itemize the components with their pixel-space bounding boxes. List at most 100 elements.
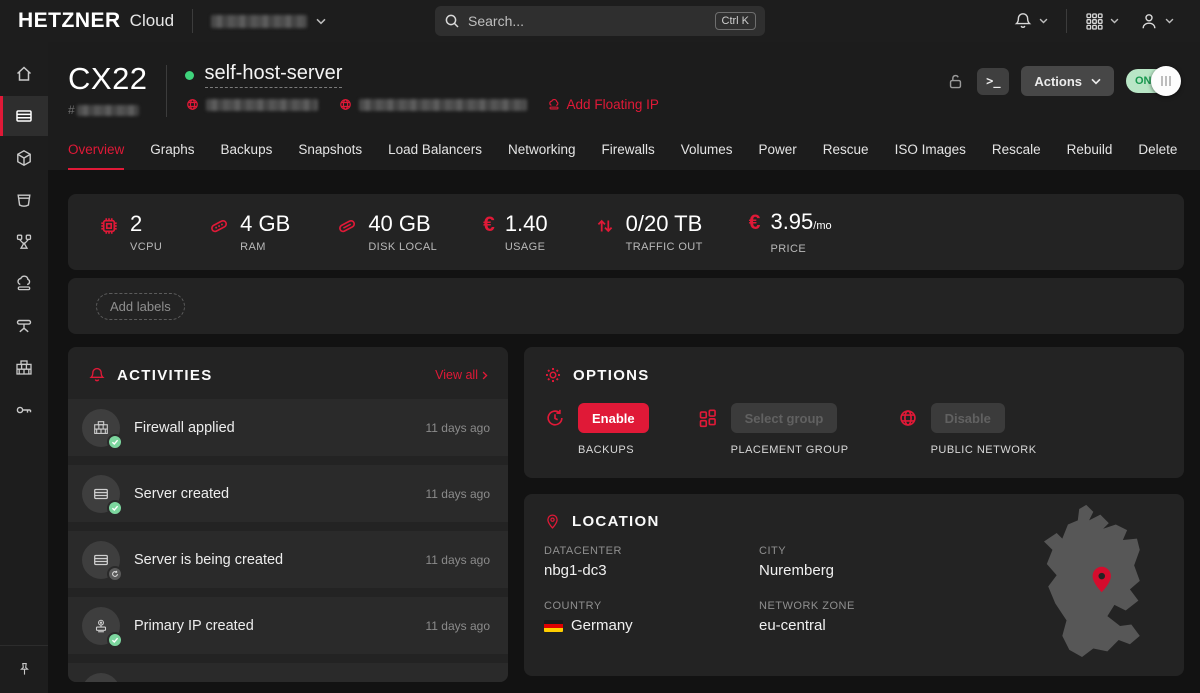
field-label: COUNTRY [544,600,759,612]
success-check-icon [107,500,123,516]
tab-iso-images[interactable]: ISO Images [895,142,966,170]
actions-label: Actions [1034,74,1082,89]
view-all-label: View all [435,368,478,382]
console-button[interactable]: >_ [977,68,1009,95]
tab-rescale[interactable]: Rescale [992,142,1041,170]
history-icon [544,407,566,429]
select-placement-group-button: Select group [731,403,838,433]
server-ipv6 [338,97,527,112]
tab-overview[interactable]: Overview [68,142,124,170]
location-datacenter: DATACENTER nbg1-dc3 [544,545,759,579]
options-card: OPTIONS Enable BACKUPS Select group [524,347,1184,478]
apps-menu[interactable] [1075,12,1129,31]
network-icon [14,316,34,336]
search-bar[interactable]: Ctrl K [435,6,765,36]
unlock-icon [946,72,965,91]
home-icon [14,64,34,84]
activity-time: 11 days ago [426,421,491,435]
tab-delete[interactable]: Delete [1138,142,1177,170]
tab-volumes[interactable]: Volumes [681,142,733,170]
activity-title: Server is being created [134,552,283,568]
server-name[interactable]: self-host-server [205,62,343,88]
power-toggle[interactable]: ON [1126,69,1176,93]
sidebar-item-images[interactable] [0,138,48,178]
tab-power[interactable]: Power [759,142,797,170]
server-icon [14,106,34,126]
toggle-knob [1151,66,1181,96]
euro-icon: € [483,213,495,253]
tab-backups[interactable]: Backups [221,142,273,170]
sidebar-item-servers[interactable] [0,96,48,136]
divider [192,9,193,33]
search-input[interactable] [468,13,707,29]
product-name: Cloud [130,11,174,31]
main-content: 2VCPU 4 GBRAM 40 GBDISK LOCAL € 1.40USAG… [48,170,1200,693]
sidebar-item-volumes[interactable] [0,180,48,220]
option-placement-group: Select group PLACEMENT GROUP [697,403,849,456]
stat-vcpu: 2VCPU [98,212,162,253]
stat-traffic: 0/20 TBTRAFFIC OUT [594,212,703,253]
stat-label: PRICE [770,243,831,255]
tab-firewalls[interactable]: Firewalls [601,142,654,170]
sidebar-item-networks[interactable] [0,306,48,346]
euro-icon: € [749,211,761,255]
image-cube-icon [14,148,34,168]
labels-card: Add labels [68,278,1184,334]
activity-title: Firewall applied [134,420,235,436]
chevron-down-icon [1165,18,1174,24]
server-header: CX22 # self-host-server [48,42,1200,170]
search-shortcut: Ctrl K [715,12,757,30]
power-state: ON [1135,75,1152,87]
location-title: LOCATION [572,513,660,530]
field-label: CITY [759,545,1064,557]
globe-icon [185,97,200,112]
location-card: LOCATION DATACENTER nbg1-dc3 CITY Nuremb… [524,494,1184,676]
stat-value: 1.40 [505,212,548,236]
search-icon [444,13,460,29]
tab-rescue[interactable]: Rescue [823,142,869,170]
options-title: OPTIONS [573,367,650,384]
option-backups: Enable BACKUPS [544,403,649,456]
stat-value: 3.95 [770,209,813,234]
activity-row: Server created 11 days ago [68,465,508,522]
placement-squares-icon [697,407,719,429]
stat-value: 40 GB [368,212,437,236]
actions-button[interactable]: Actions [1021,66,1114,96]
tab-rebuild[interactable]: Rebuild [1067,142,1113,170]
sidebar-item-load-balancers[interactable] [0,222,48,262]
divider [166,65,167,117]
add-floating-ip-button[interactable]: Add Floating IP [547,97,659,112]
server-id-redacted [77,105,139,116]
tab-graphs[interactable]: Graphs [150,142,194,170]
tab-snapshots[interactable]: Snapshots [298,142,362,170]
field-value: eu-central [759,617,1064,634]
option-label: BACKUPS [578,444,649,456]
sidebar-item-floating-ips[interactable] [0,264,48,304]
stat-label: VCPU [130,241,162,253]
project-selector[interactable] [211,15,326,28]
sidebar-item-home[interactable] [0,54,48,94]
server-plan: CX22 [68,62,148,96]
user-menu[interactable] [1129,11,1184,31]
user-icon [1139,11,1159,31]
server-stats-card: 2VCPU 4 GBRAM 40 GBDISK LOCAL € 1.40USAG… [68,194,1184,270]
tab-bar: Overview Graphs Backups Snapshots Load B… [68,142,1177,170]
success-check-icon [107,434,123,450]
enable-backups-button[interactable]: Enable [578,403,649,433]
view-all-link[interactable]: View all [435,368,488,382]
field-value: Nuremberg [759,562,1064,579]
tab-networking[interactable]: Networking [508,142,576,170]
tab-load-balancers[interactable]: Load Balancers [388,142,482,170]
sidebar-item-security[interactable] [0,390,48,430]
notifications-menu[interactable] [1003,11,1058,31]
cpu-icon [98,215,120,237]
sidebar-pin-toggle[interactable] [0,645,48,693]
server-icon [92,485,110,503]
activities-card: ACTIVITIES View all Firewall applied 11 … [68,347,508,682]
add-labels-button[interactable]: Add labels [96,293,185,320]
sidebar-item-firewalls[interactable] [0,348,48,388]
bell-icon [1013,11,1033,31]
option-label: PUBLIC NETWORK [931,444,1037,456]
field-value: Germany [571,617,633,634]
stat-price: € 3.95/moPRICE [749,210,832,255]
